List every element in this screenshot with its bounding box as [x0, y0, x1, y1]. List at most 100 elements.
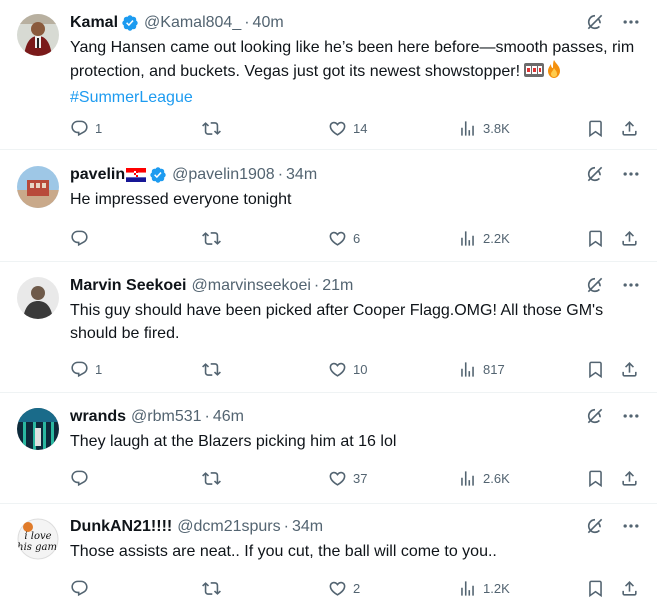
- bookmark-button[interactable]: [586, 579, 605, 598]
- display-name[interactable]: Kamal: [70, 14, 118, 32]
- bookmark-button[interactable]: [586, 229, 605, 248]
- avatar[interactable]: [17, 14, 59, 56]
- view-count: 817: [483, 361, 505, 377]
- views-icon: [458, 579, 477, 598]
- more-icon[interactable]: [621, 164, 641, 184]
- handle[interactable]: @pavelin1908: [172, 166, 275, 184]
- share-icon: [620, 469, 639, 488]
- separator-dot: ·: [313, 277, 320, 294]
- reply-button[interactable]: 1: [70, 360, 102, 379]
- share-button[interactable]: [620, 360, 639, 379]
- share-button[interactable]: [620, 579, 639, 598]
- views-button[interactable]: 3.8K: [458, 119, 510, 138]
- repost-button[interactable]: [202, 469, 221, 488]
- handle[interactable]: @Kamal804_: [144, 14, 241, 32]
- grok-icon[interactable]: [585, 275, 605, 295]
- views-button[interactable]: 2.6K: [458, 469, 510, 488]
- display-name[interactable]: Marvin Seekoei: [70, 277, 187, 295]
- svg-text:i love: i love: [24, 531, 51, 542]
- handle[interactable]: @dcm21spurs: [177, 518, 280, 536]
- separator-dot: ·: [204, 408, 210, 425]
- timestamp[interactable]: 34m: [286, 166, 317, 184]
- tweet[interactable]: Marvin Seekoei @marvinseekoei · 21m This…: [0, 263, 657, 393]
- avatar[interactable]: [17, 277, 59, 319]
- like-icon: [328, 469, 347, 488]
- timestamp[interactable]: 40m: [253, 14, 284, 32]
- display-name[interactable]: pavelin: [70, 166, 125, 184]
- views-button[interactable]: 1.2K: [458, 579, 510, 598]
- like-button[interactable]: 37: [328, 469, 367, 488]
- bookmark-icon: [586, 229, 605, 248]
- share-icon: [620, 229, 639, 248]
- avatar[interactable]: i lovethis game: [17, 518, 59, 560]
- like-count: 10: [353, 361, 368, 377]
- like-count: 2: [353, 580, 361, 596]
- grok-icon[interactable]: [585, 516, 605, 536]
- reply-button[interactable]: [70, 229, 89, 248]
- grok-icon[interactable]: [585, 12, 605, 32]
- views-icon: [458, 229, 477, 248]
- bookmark-button[interactable]: [586, 469, 605, 488]
- repost-button[interactable]: [202, 360, 221, 379]
- views-button[interactable]: 817: [458, 360, 505, 379]
- bookmark-button[interactable]: [586, 360, 605, 379]
- repost-button[interactable]: [202, 119, 221, 138]
- slot-machine-icon: [524, 61, 545, 86]
- share-button[interactable]: [620, 469, 639, 488]
- like-count: 14: [353, 120, 368, 136]
- handle[interactable]: @rbm531: [131, 408, 202, 426]
- reply-count: 1: [95, 120, 103, 136]
- display-name[interactable]: DunkAN21!!!!: [70, 518, 172, 536]
- like-count: 6: [353, 230, 361, 246]
- tweet[interactable]: Kamal @Kamal804_ · 40m Yang Hansen came …: [0, 0, 657, 150]
- reply-button[interactable]: [70, 579, 89, 598]
- tweet[interactable]: pavelin @pavelin1908 · 34m He impressed …: [0, 152, 657, 262]
- like-button[interactable]: 2: [328, 579, 360, 598]
- reply-icon: [70, 579, 89, 598]
- views-icon: [458, 119, 477, 138]
- like-button[interactable]: 14: [328, 119, 367, 138]
- share-button[interactable]: [620, 119, 639, 138]
- like-count: 37: [353, 470, 368, 486]
- like-button[interactable]: 6: [328, 229, 360, 248]
- bookmark-icon: [586, 119, 605, 138]
- reply-button[interactable]: 1: [70, 119, 102, 138]
- avatar[interactable]: [17, 166, 59, 208]
- more-icon[interactable]: [621, 275, 641, 295]
- view-count: 1.2K: [483, 580, 510, 596]
- share-button[interactable]: [620, 229, 639, 248]
- bookmark-icon: [586, 469, 605, 488]
- grok-icon[interactable]: [585, 406, 605, 426]
- hashtag-link[interactable]: #SummerLeague: [70, 89, 193, 106]
- repost-button[interactable]: [202, 229, 221, 248]
- verified-icon: [121, 14, 139, 32]
- tweet[interactable]: wrands @rbm531 · 46m They laugh at the B…: [0, 394, 657, 504]
- avatar[interactable]: [17, 408, 59, 450]
- separator-dot: ·: [277, 166, 284, 183]
- timestamp[interactable]: 46m: [213, 408, 244, 426]
- fire-icon: [544, 59, 564, 86]
- reply-icon: [70, 119, 89, 138]
- verified-icon: [149, 166, 167, 184]
- more-icon[interactable]: [621, 12, 641, 32]
- handle[interactable]: @marvinseekoei: [192, 277, 311, 295]
- more-icon[interactable]: [621, 516, 641, 536]
- bookmark-button[interactable]: [586, 119, 605, 138]
- grok-icon[interactable]: [585, 164, 605, 184]
- views-button[interactable]: 2.2K: [458, 229, 510, 248]
- tweet-text: This guy should have been picked after C…: [70, 302, 604, 342]
- svg-text:this game: this game: [17, 542, 59, 553]
- like-button[interactable]: 10: [328, 360, 367, 379]
- tweet[interactable]: i lovethis game DunkAN21!!!! @dcm21spurs…: [0, 504, 657, 608]
- more-icon[interactable]: [621, 406, 641, 426]
- reply-icon: [70, 360, 89, 379]
- bookmark-icon: [586, 579, 605, 598]
- display-name[interactable]: wrands: [70, 408, 126, 426]
- separator-dot: ·: [244, 14, 250, 31]
- repost-button[interactable]: [202, 579, 221, 598]
- timestamp[interactable]: 21m: [322, 277, 353, 295]
- tweet-text: They laugh at the Blazers picking him at…: [70, 433, 397, 450]
- reply-button[interactable]: [70, 469, 89, 488]
- share-icon: [620, 119, 639, 138]
- timestamp[interactable]: 34m: [292, 518, 323, 536]
